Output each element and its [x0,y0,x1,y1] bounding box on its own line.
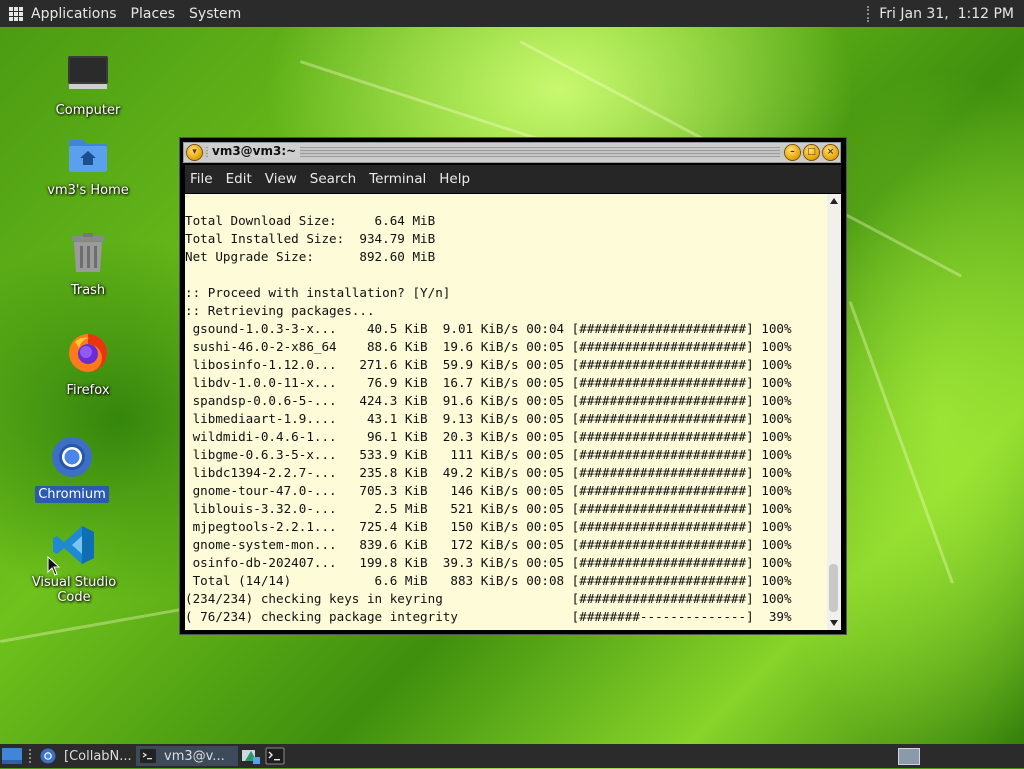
window-menu-icon: ▾ [192,147,197,157]
minimize-button[interactable]: – [785,145,800,160]
terminal-line: libmediaart-1.9.... 43.1 KiB 9.13 KiB/s … [185,411,792,426]
menu-system[interactable]: System [189,6,241,22]
maximize-button[interactable]: □ [804,145,819,160]
menu-help[interactable]: Help [439,171,470,187]
terminal-line: mjpegtools-2.2.1... 725.4 KiB 150 KiB/s … [185,519,792,534]
applications-grid-icon[interactable] [9,6,23,21]
desktop-icon-label: Firefox [66,383,110,398]
terminal-scrollbar[interactable] [827,194,841,630]
terminal-titlebar[interactable]: ▾ vm3@vm3:~ – □ × [183,142,841,163]
home-folder-icon [69,140,107,172]
terminal-line: (234/234) checking keys in keyring [####… [185,591,792,606]
terminal-line: :: Retrieving packages... [185,303,375,318]
taskbar-item-chromium[interactable]: [CollabN... [36,746,138,766]
wallpaper-streak [848,300,955,584]
scrollbar-thumb[interactable] [829,564,838,612]
terminal-line: sushi-46.0-2-x86_64 88.6 KiB 19.6 KiB/s … [185,339,792,354]
terminal-line: gnome-system-mon... 839.6 KiB 172 KiB/s … [185,537,792,552]
network-icon [242,750,260,764]
firefox-icon [69,334,107,372]
close-button[interactable]: × [823,145,838,160]
menu-view[interactable]: View [265,171,297,187]
clock[interactable]: Fri Jan 31, 1:12 PM [879,6,1014,22]
terminal-line: Total Installed Size: 934.79 MiB [185,231,436,246]
chromium-icon [52,437,92,477]
terminal-line: Net Upgrade Size: 892.60 MiB [185,249,436,264]
desktop-icon-computer[interactable]: Computer [33,54,143,119]
show-desktop-button[interactable] [2,747,22,769]
mouse-pointer-icon [47,556,61,576]
desktop-icon-chromium[interactable]: Chromium [17,436,127,503]
terminal-line: libdc1394-2.2.7-... 235.8 KiB 49.2 KiB/s… [185,465,792,480]
terminal-line: Total Download Size: 6.64 MiB [185,213,436,228]
bottom-panel: [CollabN... vm3@v... [0,744,1024,768]
top-panel: Applications Places System Fri Jan 31, 1… [0,0,1024,27]
desktop-icon-label: Visual Studio Code [31,575,117,605]
trash-icon [72,233,104,272]
terminal-output[interactable]: Total Download Size: 6.64 MiB Total Insta… [185,194,827,630]
terminal-line: osinfo-db-202407... 199.8 KiB 39.3 KiB/s… [185,555,792,570]
show-desktop-icon [2,748,22,764]
menu-places[interactable]: Places [131,6,176,22]
terminal-icon [265,747,285,765]
scroll-up-arrow-icon[interactable] [830,198,838,204]
window-menu-button[interactable]: ▾ [187,145,202,160]
menu-applications[interactable]: Applications [31,6,117,22]
workspace-switcher[interactable] [898,748,920,765]
menu-terminal[interactable]: Terminal [369,171,426,187]
desktop-icon-home[interactable]: vm3's Home [33,134,143,199]
terminal-line: libdv-1.0.0-11-x... 76.9 KiB 16.7 KiB/s … [185,375,792,390]
panel-separator [29,749,34,763]
terminal-line: libosinfo-1.12.0... 271.6 KiB 59.9 KiB/s… [185,357,792,372]
terminal-line: ( 76/234) checking package integrity [##… [185,609,792,624]
terminal-icon [140,749,156,763]
terminal-text: Total Download Size: 6.64 MiB Total Insta… [185,194,827,626]
tray-terminal[interactable] [265,747,285,769]
terminal-menubar: File Edit View Search Terminal Help [185,165,841,193]
terminal-line: libgme-0.6.3-5-x... 533.9 KiB 111 KiB/s … [185,447,792,462]
chromium-icon [40,748,56,764]
taskbar-item-label: vm3@v... [164,748,225,764]
minimize-icon: – [790,147,795,157]
terminal-title: vm3@vm3:~ [208,144,301,158]
taskbar-item-label: [CollabN... [64,748,132,764]
computer-icon [68,56,108,89]
desktop-icon-label: Computer [55,103,121,118]
menu-file[interactable]: File [190,171,213,187]
panel-separator [867,5,871,22]
menu-search[interactable]: Search [310,171,356,187]
terminal-line: gnome-tour-47.0-... 705.3 KiB 146 KiB/s … [185,483,792,498]
desktop-icon-label: Chromium [35,486,109,503]
desktop-icon-firefox[interactable]: Firefox [33,332,143,399]
desktop-icon-vscode[interactable]: Visual Studio Code [19,524,129,606]
terminal-line: gsound-1.0.3-3-x... 40.5 KiB 9.01 KiB/s … [185,321,792,336]
desktop-icon-label: vm3's Home [47,183,129,198]
desktop-icon-trash[interactable]: Trash [33,232,143,299]
maximize-icon: □ [807,147,816,157]
terminal-line: spandsp-0.0.6-5-... 424.3 KiB 91.6 KiB/s… [185,393,792,408]
scroll-down-arrow-icon[interactable] [830,620,838,626]
menu-edit[interactable]: Edit [226,171,252,187]
terminal-window: ▾ vm3@vm3:~ – □ × File Edit View Search … [180,138,846,634]
desktop-icon-label: Trash [70,283,106,298]
terminal-line: liblouis-3.32.0-... 2.5 MiB 521 KiB/s 00… [185,501,792,516]
close-icon: × [826,147,835,157]
tray-network[interactable] [241,747,261,769]
terminal-line: Total (14/14) 6.6 MiB 883 KiB/s 00:08 [#… [185,573,792,588]
terminal-line: wildmidi-0.4.6-1... 96.1 KiB 20.3 KiB/s … [185,429,792,444]
terminal-line: :: Proceed with installation? [Y/n] [185,285,451,300]
taskbar-item-terminal[interactable]: vm3@v... [136,746,238,766]
